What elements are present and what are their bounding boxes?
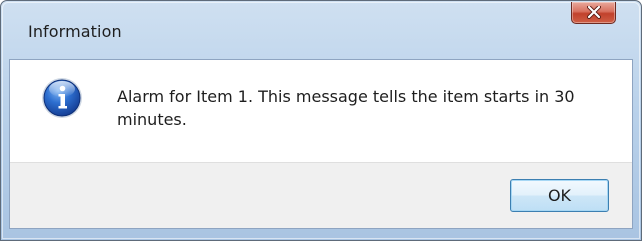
info-icon — [42, 78, 82, 118]
close-icon — [587, 6, 601, 19]
window-title: Information — [28, 22, 122, 41]
close-button[interactable] — [571, 2, 616, 24]
message-area: Alarm for Item 1. This message tells the… — [10, 60, 632, 162]
title-bar[interactable]: Information — [1, 1, 641, 61]
dialog-body: Alarm for Item 1. This message tells the… — [9, 59, 633, 229]
button-area: OK — [10, 162, 632, 228]
message-text: Alarm for Item 1. This message tells the… — [117, 87, 575, 129]
ok-button[interactable]: OK — [510, 179, 609, 212]
information-dialog-window: Information Alarm for Item 1. This messa… — [0, 0, 642, 241]
